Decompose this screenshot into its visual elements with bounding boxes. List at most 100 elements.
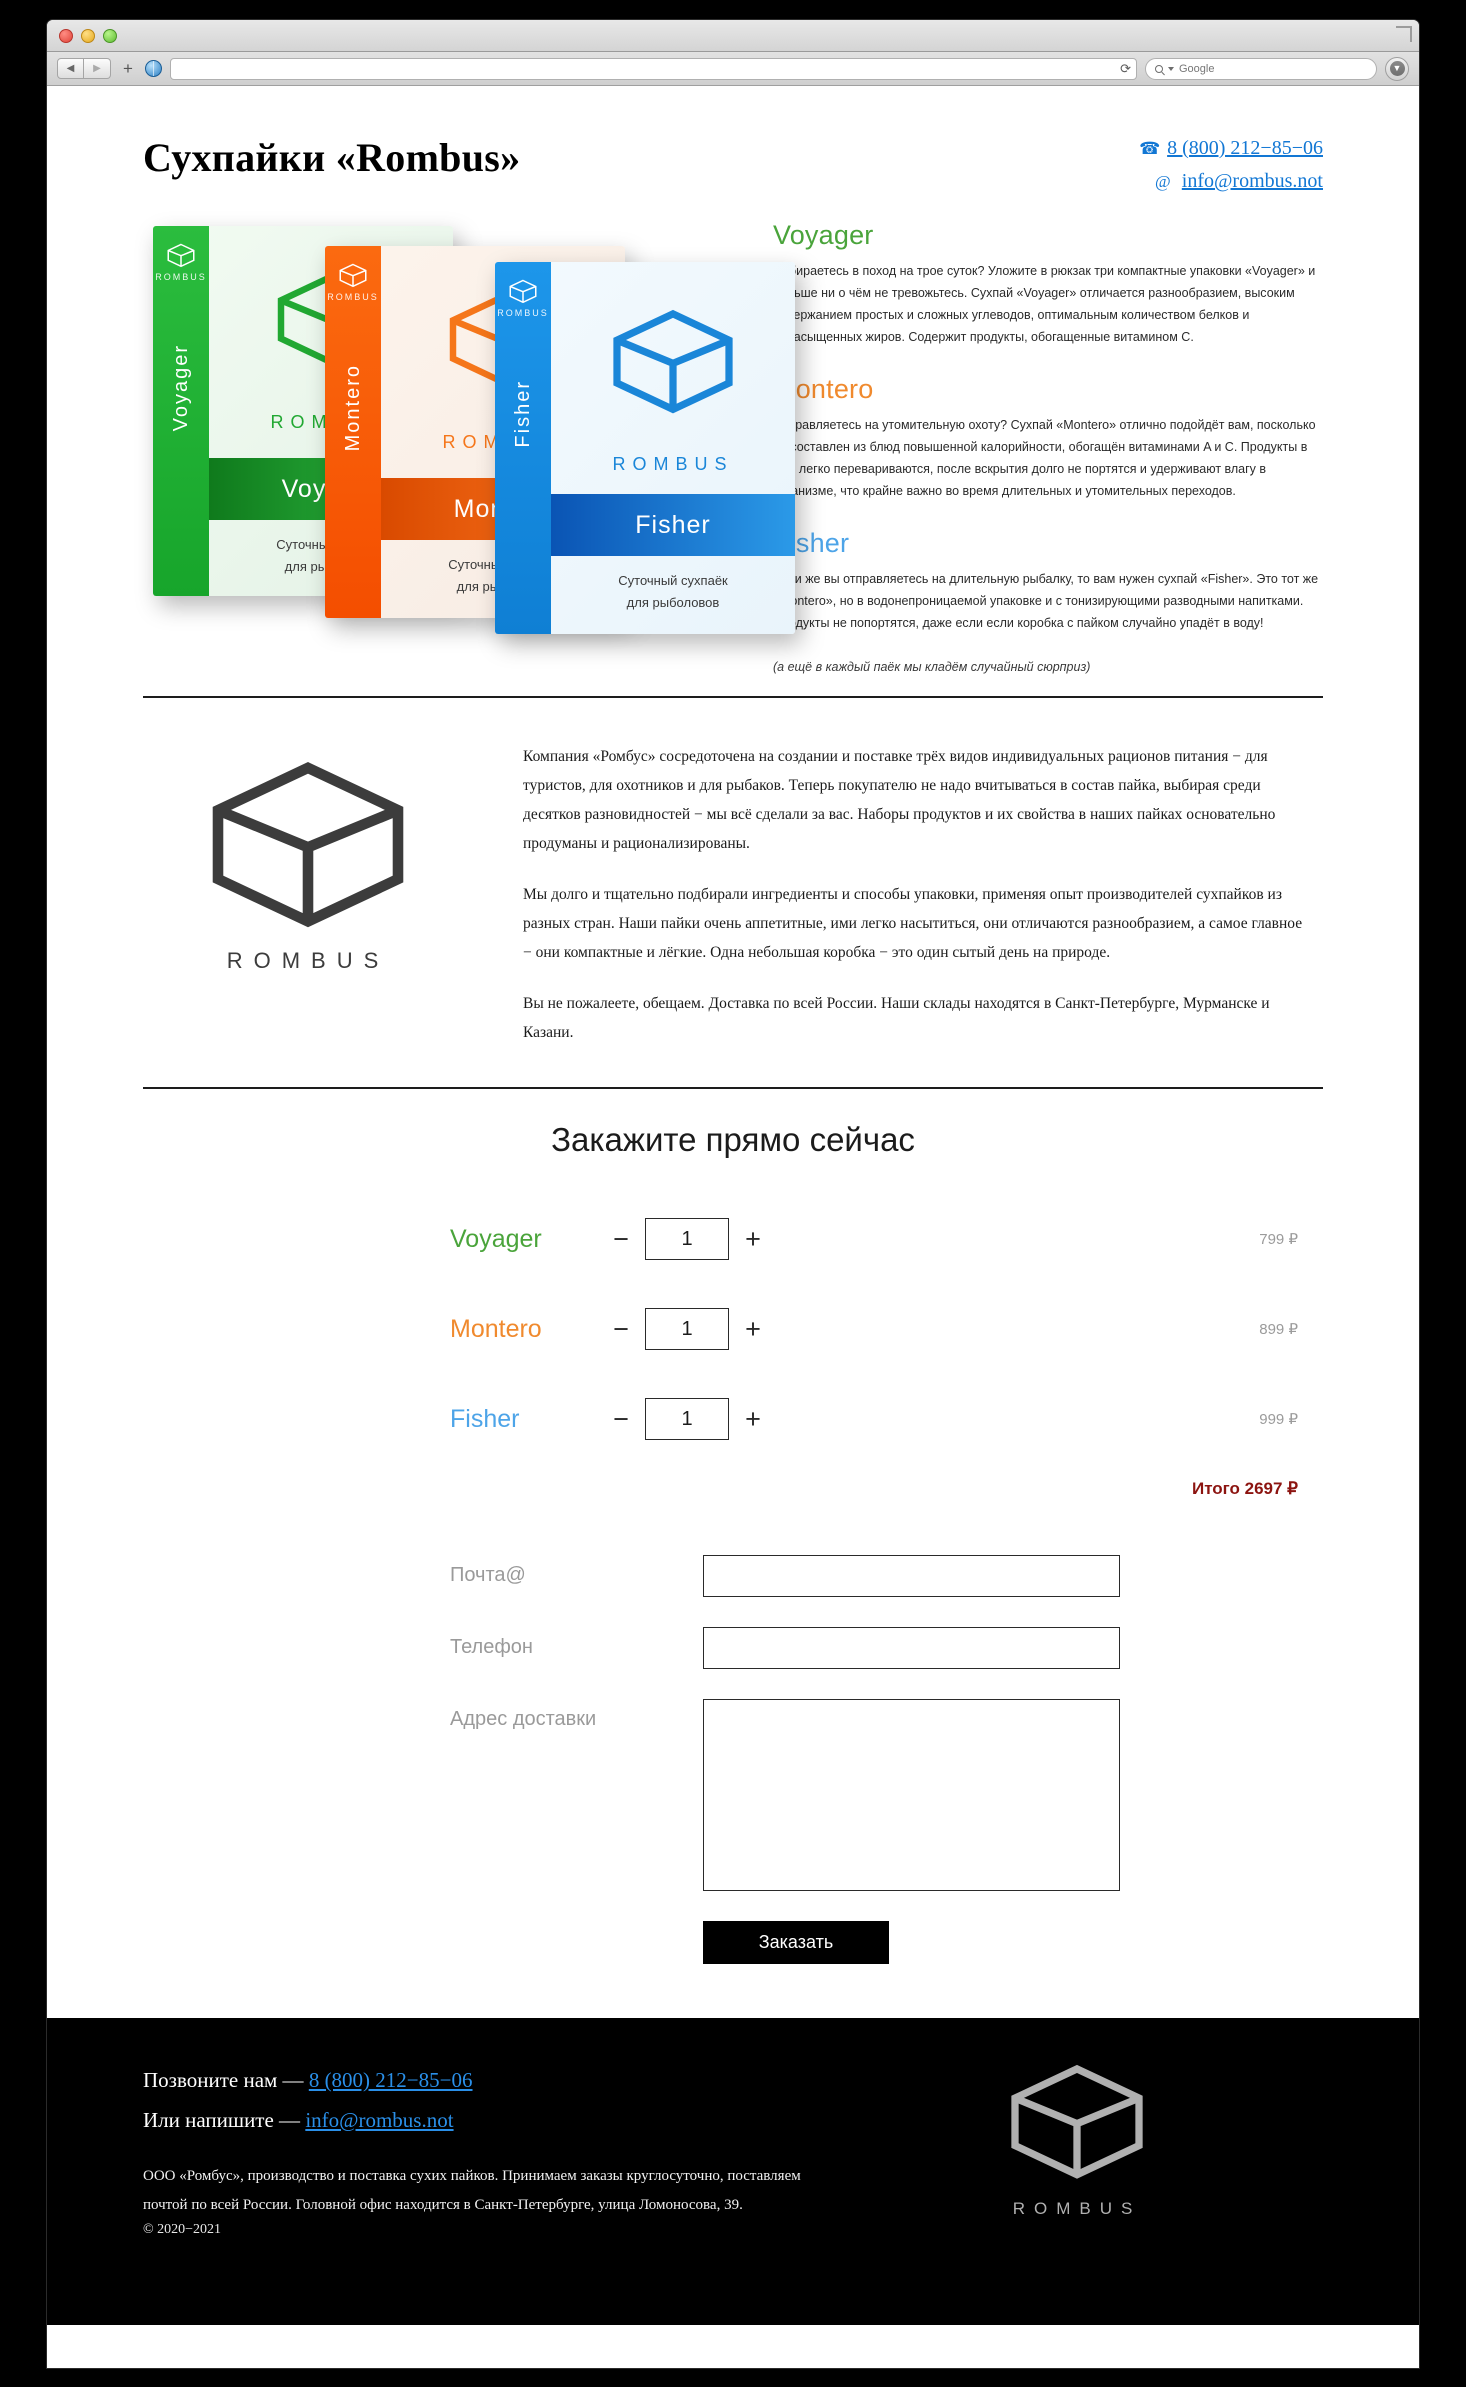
about-section: ROMBUS Компания «Ромбус» сосредоточена н… (143, 698, 1323, 1069)
at-sign-icon: @ (1154, 172, 1171, 191)
product-text-voyager: Собираетесь в поход на трое суток? Уложи… (773, 264, 1316, 344)
stepper-montero: − + (610, 1308, 764, 1350)
quantity-fisher-input[interactable] (645, 1398, 729, 1440)
browser-titlebar (47, 20, 1419, 52)
boxart-fisher-spine: ROMBUS Fisher (495, 262, 551, 634)
search-placeholder: Google (1179, 62, 1215, 75)
search-input[interactable]: Google (1145, 57, 1377, 80)
order-row-fisher: Fisher − + 999 ₽ (143, 1389, 1323, 1449)
hero-note: (а ещё в каждый паёк мы кладём случайный… (773, 660, 1091, 674)
address-field[interactable] (703, 1699, 1120, 1891)
quantity-montero-input[interactable] (645, 1308, 729, 1350)
boxart-montero-spine: ROMBUS Montero (325, 246, 381, 618)
boxart-fisher-face: ROMBUS Fisher Суточный сухпаёк для рыбол… (551, 262, 795, 634)
product-descriptions: Voyager Собираетесь в поход на трое суто… (763, 198, 1323, 674)
address-bar[interactable]: ⟳ (169, 57, 1137, 80)
product-text-montero: Отправляетесь на утомительную охоту? Сух… (773, 418, 1316, 498)
zoom-window-button[interactable] (103, 29, 117, 43)
footer-phone-link[interactable]: 8 (800) 212−85−06 (309, 2068, 473, 2092)
product-heading-montero: Montero (773, 374, 874, 404)
boxart-montero-name: Montero (341, 364, 364, 452)
browser-toolbar: ◀ ▶ + ⟳ Google ▼ (47, 52, 1419, 86)
footer-call-prefix: Позвоните нам — (143, 2068, 309, 2092)
field-label-address: Адрес доставки (450, 1708, 597, 1730)
rombus-cube-icon (509, 279, 537, 304)
footer-logo: ROMBUS (1001, 2058, 1153, 2219)
order-name-voyager: Voyager (450, 1224, 542, 1253)
footer-copyright: © 2020−2021 (143, 2222, 222, 2237)
boxart-fisher-band: Fisher (551, 494, 795, 556)
browser-window: ◀ ▶ + ⟳ Google ▼ Сухпайки «Rombus» ☎ 8 (… (47, 20, 1419, 2368)
decrement-fisher-button[interactable]: − (610, 1405, 632, 1433)
boxart-sub-line2: для рыболовов (626, 595, 720, 610)
increment-montero-button[interactable]: + (742, 1315, 764, 1343)
about-paragraph-1: Компания «Ромбус» сосредоточена на созда… (523, 748, 1276, 852)
order-row-montero: Montero − + 899 ₽ (143, 1299, 1323, 1359)
boxart-fisher: ROMBUS Fisher ROMBUS Fisher Суточный сух… (495, 262, 795, 634)
footer-logo-word: ROMBUS (1012, 2199, 1142, 2218)
decrement-voyager-button[interactable]: − (610, 1225, 632, 1253)
phone-field[interactable] (703, 1627, 1120, 1669)
navigation-buttons: ◀ ▶ (57, 58, 111, 79)
site-header: Сухпайки «Rombus» ☎ 8 (800) 212−85−06 @ … (143, 86, 1323, 194)
resize-grip-icon[interactable] (1396, 26, 1412, 42)
order-row-voyager: Voyager − + 799 ₽ (143, 1209, 1323, 1269)
chevron-down-icon (1168, 66, 1174, 71)
new-tab-button[interactable]: + (119, 60, 137, 77)
price-voyager: 799 ₽ (1259, 1231, 1298, 1248)
boxart-sub-line1: Суточный сухпаёк (618, 573, 728, 588)
forward-button[interactable]: ▶ (84, 58, 111, 79)
rombus-cube-icon (1011, 2064, 1143, 2179)
product-text-fisher: Если же вы отправляетесь на длительную р… (773, 572, 1319, 630)
boxart-fisher-face-brand: ROMBUS (612, 454, 734, 474)
window-controls (59, 29, 117, 43)
about-paragraph-2: Мы долго и тщательно подбирали ингредиен… (523, 886, 1303, 961)
boxart-group: ROMBUS Voyager ROMBUS Voyager Суто (143, 198, 795, 638)
submit-order-button[interactable]: Заказать (703, 1921, 889, 1964)
header-phone-row: ☎ 8 (800) 212−85−06 (1139, 132, 1323, 165)
boxart-montero-brand: ROMBUS (327, 292, 379, 302)
header-contacts: ☎ 8 (800) 212−85−06 @ info@rombus.not (1139, 132, 1323, 198)
about-paragraph-3: Вы не пожалеете, обещаем. Доставка по вс… (523, 995, 1270, 1041)
header-email-link[interactable]: info@rombus.not (1182, 165, 1323, 198)
close-window-button[interactable] (59, 29, 73, 43)
order-title: Закажите прямо сейчас (551, 1121, 915, 1158)
rombus-cube-icon (212, 762, 404, 928)
order-total: Итого 2697 ₽ (1191, 1479, 1298, 1498)
order-section: Закажите прямо сейчас Voyager − + 799 ₽ … (143, 1089, 1323, 1964)
reload-icon[interactable]: ⟳ (1120, 61, 1131, 77)
field-row-email: Почта@ (143, 1555, 1323, 1597)
email-field[interactable] (703, 1555, 1120, 1597)
download-button[interactable]: ▼ (1385, 56, 1409, 81)
field-label-phone: Телефон (450, 1636, 533, 1658)
decrement-montero-button[interactable]: − (610, 1315, 632, 1343)
boxart-voyager-name: Voyager (169, 344, 192, 432)
boxart-fisher-name: Fisher (511, 380, 534, 448)
header-email-row: @ info@rombus.not (1139, 165, 1323, 198)
increment-voyager-button[interactable]: + (742, 1225, 764, 1253)
download-icon: ▼ (1389, 61, 1405, 76)
field-label-email: Почта@ (450, 1564, 526, 1586)
product-heading-voyager: Voyager (773, 220, 874, 250)
price-fisher: 999 ₽ (1259, 1411, 1298, 1428)
boxart-voyager-spine: ROMBUS Voyager (153, 226, 209, 596)
search-icon (1155, 64, 1163, 73)
header-phone-link[interactable]: 8 (800) 212−85−06 (1167, 132, 1323, 165)
rombus-cube-icon (167, 243, 195, 268)
boxart-fisher-brand: ROMBUS (497, 308, 549, 318)
globe-icon[interactable] (144, 60, 162, 77)
back-button[interactable]: ◀ (57, 58, 84, 79)
about-logo-word: ROMBUS (226, 948, 390, 973)
site-footer: Позвоните нам — 8 (800) 212−85−06 Или на… (47, 2018, 1419, 2325)
footer-write-prefix: Или напишите — (143, 2108, 306, 2132)
product-heading-fisher: Fisher (773, 528, 850, 558)
submit-wrapper: Заказать (143, 1921, 1323, 1964)
quantity-voyager-input[interactable] (645, 1218, 729, 1260)
page-content: Сухпайки «Rombus» ☎ 8 (800) 212−85−06 @ … (47, 86, 1419, 2368)
rombus-cube-icon (339, 263, 367, 288)
price-montero: 899 ₽ (1259, 1321, 1298, 1338)
minimize-window-button[interactable] (81, 29, 95, 43)
footer-email-link[interactable]: info@rombus.not (305, 2108, 453, 2132)
field-row-phone: Телефон (143, 1627, 1323, 1669)
increment-fisher-button[interactable]: + (742, 1405, 764, 1433)
